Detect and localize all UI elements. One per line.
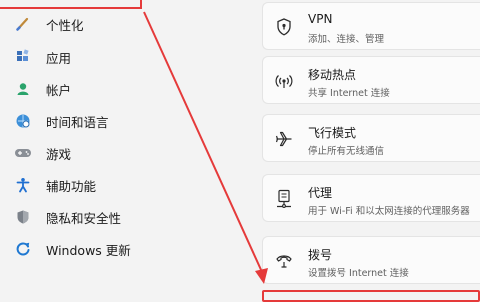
sidebar-item-accessibility[interactable]: 辅助功能 (14, 171, 96, 199)
sidebar-item-apps[interactable]: 应用 (14, 43, 71, 71)
windows-update-icon (14, 240, 32, 258)
sidebar-item-accounts[interactable]: 帐户 (14, 75, 71, 103)
target-item-highlight (262, 290, 480, 302)
card-title: VPN (308, 12, 333, 26)
sidebar-item-label: 个性化 (46, 17, 84, 33)
card-title: 拨号 (308, 248, 333, 262)
card-title: 飞行模式 (308, 126, 357, 140)
card-vpn[interactable]: VPN 添加、连接、管理 (262, 2, 480, 50)
sidebar-item-windows-update[interactable]: Windows 更新 (14, 235, 131, 263)
card-proxy[interactable]: 代理 用于 Wi-Fi 和以太网连接的代理服务器 (262, 174, 480, 222)
proxy-icon (274, 189, 294, 209)
card-description: 设置拨号 Internet 连接 (308, 268, 409, 279)
globe-clock-icon (14, 112, 32, 130)
sidebar-item-label: Windows 更新 (46, 242, 131, 258)
vpn-shield-icon (274, 17, 294, 37)
sidebar-item-gaming[interactable]: 游戏 (14, 139, 71, 167)
account-icon (14, 80, 32, 98)
shield-icon (14, 208, 32, 226)
card-description: 添加、连接、管理 (308, 34, 385, 45)
card-description: 用于 Wi-Fi 和以太网连接的代理服务器 (308, 206, 470, 217)
selected-item-highlight (0, 0, 142, 9)
card-title: 移动热点 (308, 68, 357, 82)
card-dial-up[interactable]: 拨号 设置拨号 Internet 连接 (262, 236, 480, 284)
apps-icon (14, 48, 32, 66)
accessibility-icon (14, 176, 32, 194)
sidebar-item-label: 辅助功能 (46, 178, 97, 194)
sidebar-item-privacy-security[interactable]: 隐私和安全性 (14, 203, 121, 231)
gamepad-icon (14, 144, 32, 162)
card-description: 停止所有无线通信 (308, 146, 385, 157)
card-mobile-hotspot[interactable]: 移动热点 共享 Internet 连接 (262, 56, 480, 104)
sidebar-item-label: 时间和语言 (46, 114, 109, 130)
sidebar-item-label: 帐户 (46, 82, 72, 98)
brush-icon (14, 15, 32, 33)
card-airplane-mode[interactable]: 飞行模式 停止所有无线通信 (262, 114, 480, 162)
sidebar-item-personalization[interactable]: 个性化 (14, 10, 84, 38)
sidebar-item-label: 游戏 (46, 146, 72, 162)
sidebar-item-label: 应用 (46, 50, 72, 66)
card-title: 代理 (308, 186, 333, 200)
sidebar-item-time-language[interactable]: 时间和语言 (14, 107, 109, 135)
sidebar: 个性化 应用 帐户 时间和语言 游戏 辅助功能 隐私和安全性 Windows 更… (0, 0, 250, 300)
card-description: 共享 Internet 连接 (308, 88, 390, 99)
sidebar-item-label: 隐私和安全性 (46, 210, 122, 226)
airplane-icon (274, 129, 294, 149)
dialup-icon (274, 251, 294, 271)
hotspot-icon (274, 71, 294, 91)
network-settings-list: VPN 添加、连接、管理 移动热点 共享 Internet 连接 飞行模式 停止… (262, 0, 480, 300)
